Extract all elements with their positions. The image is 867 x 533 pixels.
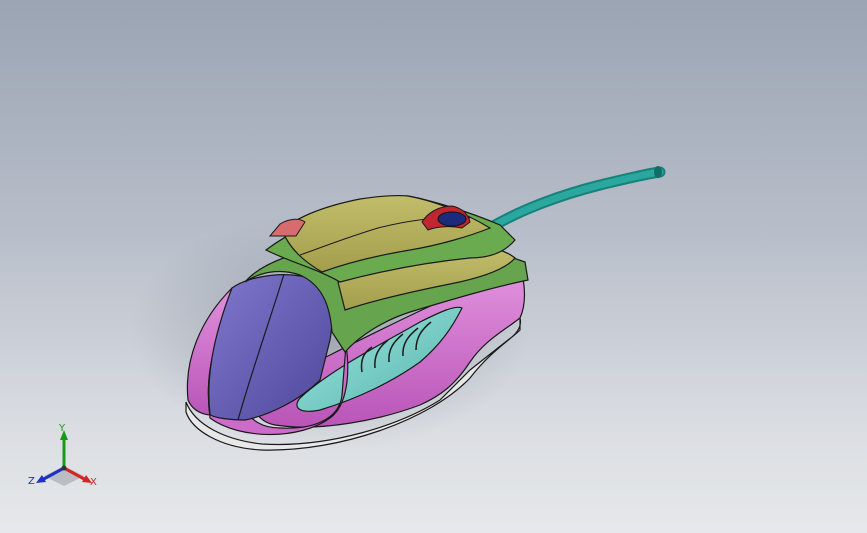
- view-orientation-triad[interactable]: X Y Z: [20, 418, 110, 498]
- triad-x-label: X: [90, 477, 97, 488]
- cad-graphics-viewport[interactable]: X Y Z: [0, 0, 867, 533]
- mouse-3d-model[interactable]: [0, 0, 867, 533]
- triad-z-label: Z: [28, 476, 35, 487]
- cable-end-cap: [654, 166, 662, 178]
- scroll-wheel[interactable]: [437, 211, 467, 227]
- triad-y-label: Y: [59, 423, 66, 434]
